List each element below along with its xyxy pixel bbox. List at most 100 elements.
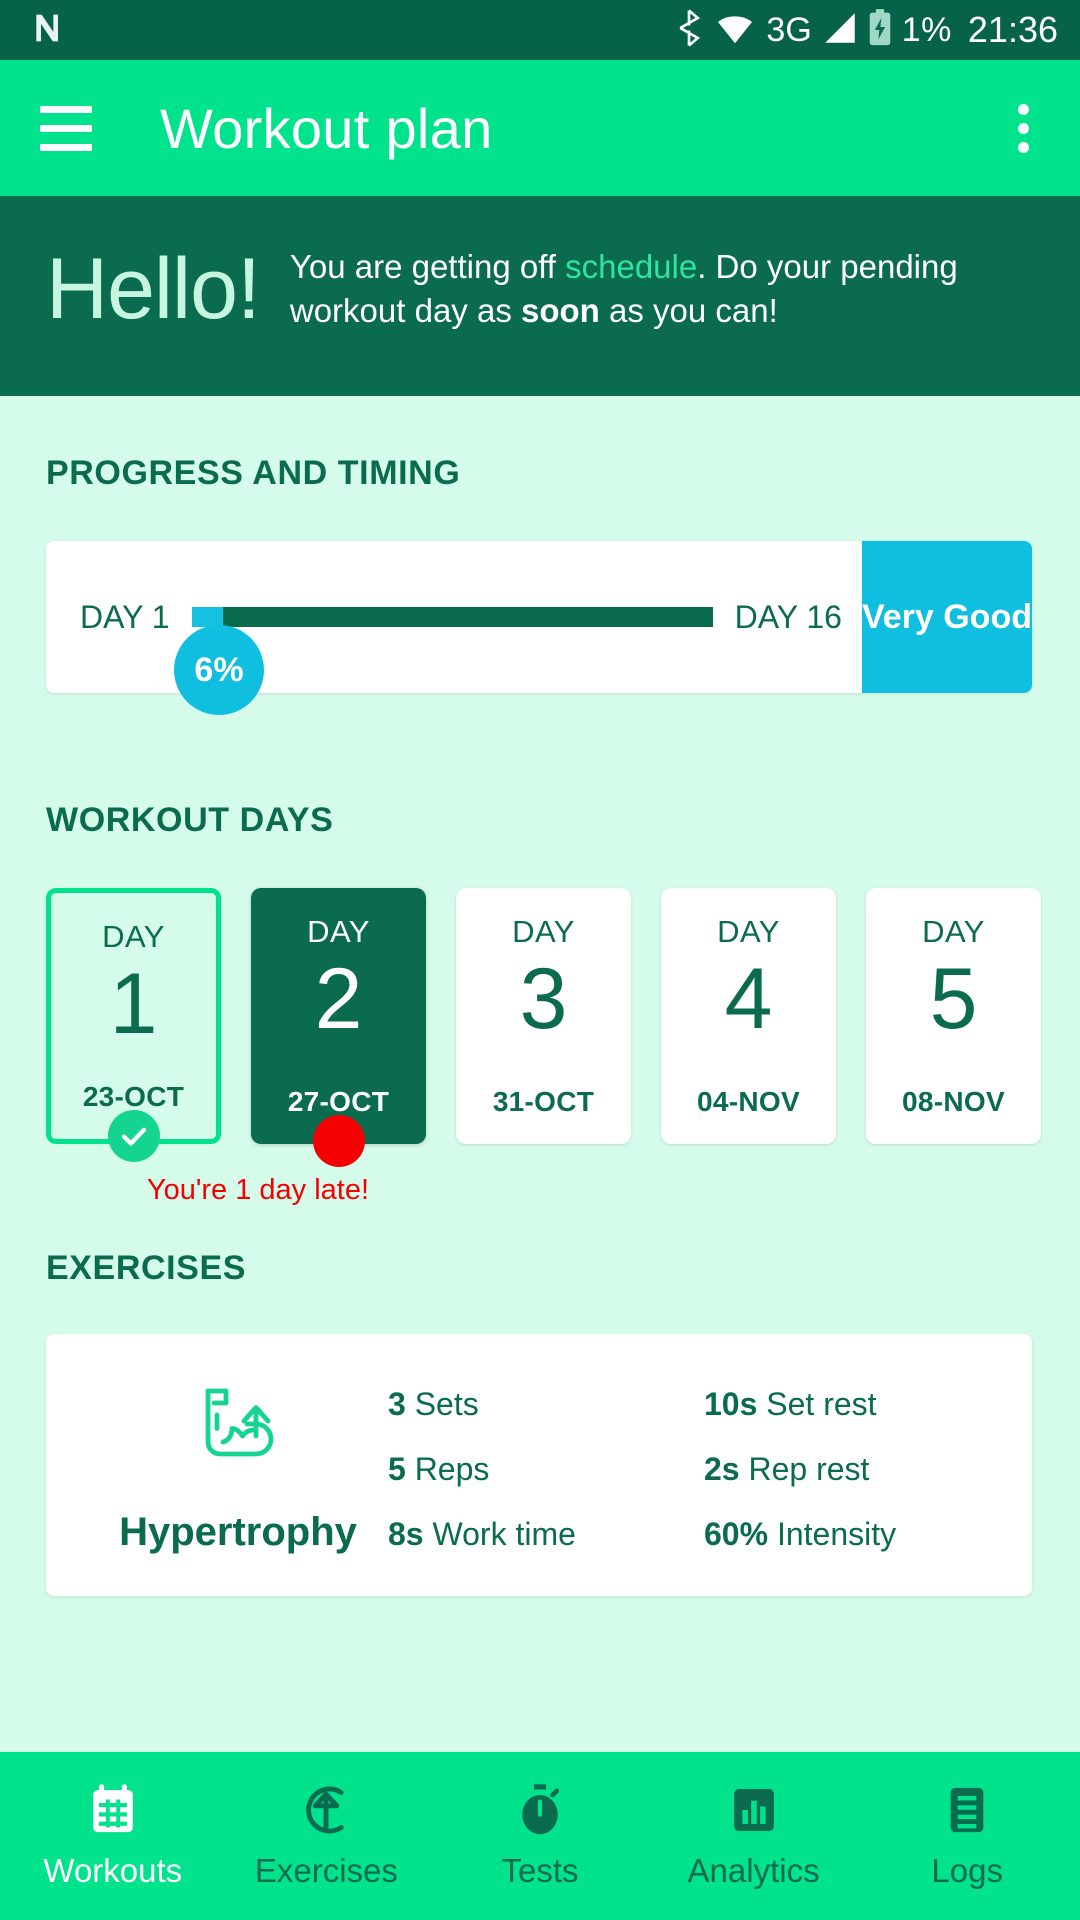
day-card-date: 04-NOV — [697, 1086, 800, 1117]
battery-percent-label: 1% — [901, 11, 952, 49]
exercise-stat-value: 8s — [388, 1516, 424, 1552]
bar-chart-icon — [726, 1782, 782, 1838]
exercise-stat-label: Sets — [405, 1386, 479, 1422]
progress-percent-bubble: 6% — [174, 625, 264, 715]
clock-label: 21:36 — [967, 9, 1058, 50]
nav-item-label: Logs — [931, 1852, 1003, 1889]
progress-start-label: DAY 1 — [80, 598, 170, 635]
list-icon — [939, 1782, 995, 1838]
n-logo-icon — [28, 8, 68, 53]
workout-days-section-title: WORKOUT DAYS — [46, 801, 334, 839]
scroll-content[interactable]: PROGRESS AND TIMING DAY 1 DAY 16 Very Go… — [0, 396, 1080, 1752]
progress-section: PROGRESS AND TIMING DAY 1 DAY 16 Very Go… — [0, 454, 1080, 715]
red-dot-icon — [312, 1115, 365, 1167]
day-card-label: DAY — [922, 914, 985, 949]
app-bar: Workout plan — [0, 60, 1080, 196]
progress-bar-fill — [191, 607, 223, 627]
progress-section-title: PROGRESS AND TIMING — [46, 454, 461, 492]
nav-item-workouts[interactable]: Workouts — [13, 1782, 213, 1890]
day-card-date: 08-NOV — [902, 1086, 1005, 1117]
exercises-section: EXERCISES Hypertrophy 3 Sets 10s Set res… — [0, 1249, 1080, 1596]
exercise-name: Hypertrophy — [119, 1510, 357, 1554]
stopwatch-icon — [512, 1782, 568, 1838]
nav-item-label: Tests — [501, 1852, 579, 1889]
exercise-stat: 2s Rep rest — [704, 1451, 1002, 1488]
greeting-message-part3: as you can! — [599, 292, 778, 329]
rating-badge-label: Very Good — [861, 597, 1032, 636]
nav-item-label: Exercises — [254, 1852, 398, 1889]
exercise-stats-grid: 3 Sets 10s Set rest 5 Reps 2s Rep rest 8s Wo… — [388, 1376, 1002, 1553]
exercise-stat: 60% Intensity — [704, 1516, 1002, 1553]
day-card-date: 31-OCT — [492, 1086, 595, 1117]
more-vertical-icon[interactable] — [1010, 103, 1050, 153]
exercise-stat-label: Reps — [405, 1451, 490, 1487]
day-card-number: 4 — [724, 951, 773, 1047]
day-card-date: 23-OCT — [82, 1081, 185, 1112]
workout-days-list[interactable]: DAY 1 23-OCT DAY 2 27-OCT DAY 3 31-OCT DAY 4 04-NOV… — [0, 888, 1080, 1167]
status-bar-right: 3G 1% 21:36 — [674, 8, 1058, 52]
day-card-label: DAY — [717, 914, 780, 949]
nav-item-exercises[interactable]: Exercises — [226, 1782, 426, 1890]
progress-bar-row: DAY 1 DAY 16 — [46, 541, 862, 693]
day-card[interactable]: DAY 2 27-OCT — [251, 888, 426, 1167]
greeting-bold: soon — [521, 292, 600, 329]
progress-bar — [191, 607, 713, 627]
day-card-label: DAY — [512, 914, 575, 949]
page-title: Workout plan — [160, 96, 493, 160]
hamburger-menu-icon[interactable] — [40, 105, 92, 151]
day-card-number: 1 — [109, 956, 158, 1052]
greeting-message-part1: You are getting off — [289, 248, 566, 286]
nav-item-label: Workouts — [43, 1852, 183, 1889]
bottom-navigation[interactable]: Workouts Exercises Tests Analytics Logs — [0, 1752, 1080, 1920]
day-card[interactable]: DAY 3 31-OCT — [456, 888, 631, 1144]
exercise-stat: 3 Sets — [388, 1386, 686, 1423]
arrow-up-circle-icon — [298, 1782, 354, 1838]
biceps-growth-icon — [190, 1376, 286, 1472]
day-card-number: 2 — [314, 951, 363, 1047]
exercise-stat-value: 3 — [388, 1386, 406, 1422]
late-warning-label: You're 1 day late! — [146, 1174, 370, 1206]
exercise-stat: 8s Work time — [388, 1516, 686, 1553]
app-root: 3G 1% 21:36 Workout plan Hello! You are … — [0, 0, 1080, 1920]
nav-item-logs[interactable]: Logs — [867, 1782, 1067, 1890]
check-icon — [107, 1110, 160, 1162]
greeting-highlight: schedule — [565, 248, 698, 286]
calendar-icon — [85, 1782, 141, 1838]
day-card-label: DAY — [307, 914, 370, 949]
nav-item-analytics[interactable]: Analytics — [654, 1782, 854, 1890]
day-card-number: 3 — [519, 951, 568, 1047]
day-card[interactable]: DAY 1 23-OCT — [46, 888, 221, 1162]
exercise-stat-value: 2s — [704, 1451, 740, 1487]
exercise-stat-label: Set rest — [757, 1386, 877, 1422]
exercise-identity: Hypertrophy — [88, 1376, 388, 1555]
day-card-number: 5 — [929, 951, 978, 1047]
day-card[interactable]: DAY 4 04-NOV — [661, 888, 836, 1144]
exercise-card[interactable]: Hypertrophy 3 Sets 10s Set rest 5 Reps 2s R… — [46, 1334, 1032, 1596]
wifi-icon — [714, 11, 756, 50]
progress-end-label: DAY 16 — [734, 598, 842, 635]
exercise-stat-label: Work time — [423, 1516, 576, 1552]
status-bar-left — [28, 8, 68, 53]
greeting-message: You are getting off schedule. Do your pe… — [290, 245, 990, 332]
nav-item-tests[interactable]: Tests — [440, 1782, 640, 1890]
progress-card[interactable]: DAY 1 DAY 16 Very Good 6% — [46, 541, 1032, 715]
signal-icon — [822, 11, 858, 50]
exercise-stat-label: Intensity — [768, 1516, 897, 1552]
exercise-stat-value: 5 — [388, 1451, 406, 1487]
bluetooth-icon — [674, 9, 704, 52]
rating-badge: Very Good — [861, 541, 1032, 693]
day-card-date: 27-OCT — [287, 1086, 390, 1117]
day-card[interactable]: DAY 5 08-NOV — [866, 888, 1041, 1144]
day-card-label: DAY — [102, 919, 165, 954]
exercise-stat-label: Rep rest — [739, 1451, 870, 1487]
exercises-section-title: EXERCISES — [46, 1249, 247, 1287]
nav-item-label: Analytics — [687, 1852, 820, 1889]
status-bar: 3G 1% 21:36 — [0, 0, 1080, 60]
battery-charging-icon — [868, 8, 892, 52]
greeting-banner: Hello! You are getting off schedule. Do … — [0, 196, 1080, 396]
network-type-label: 3G — [766, 11, 812, 49]
exercise-stat-value: 10s — [704, 1386, 758, 1422]
exercise-stat-value: 60% — [704, 1516, 769, 1552]
exercise-stat: 10s Set rest — [704, 1386, 1002, 1423]
workout-days-section: WORKOUT DAYS DAY 1 23-OCT DAY 2 27-OCT DAY 3 31-… — [0, 801, 1080, 1207]
